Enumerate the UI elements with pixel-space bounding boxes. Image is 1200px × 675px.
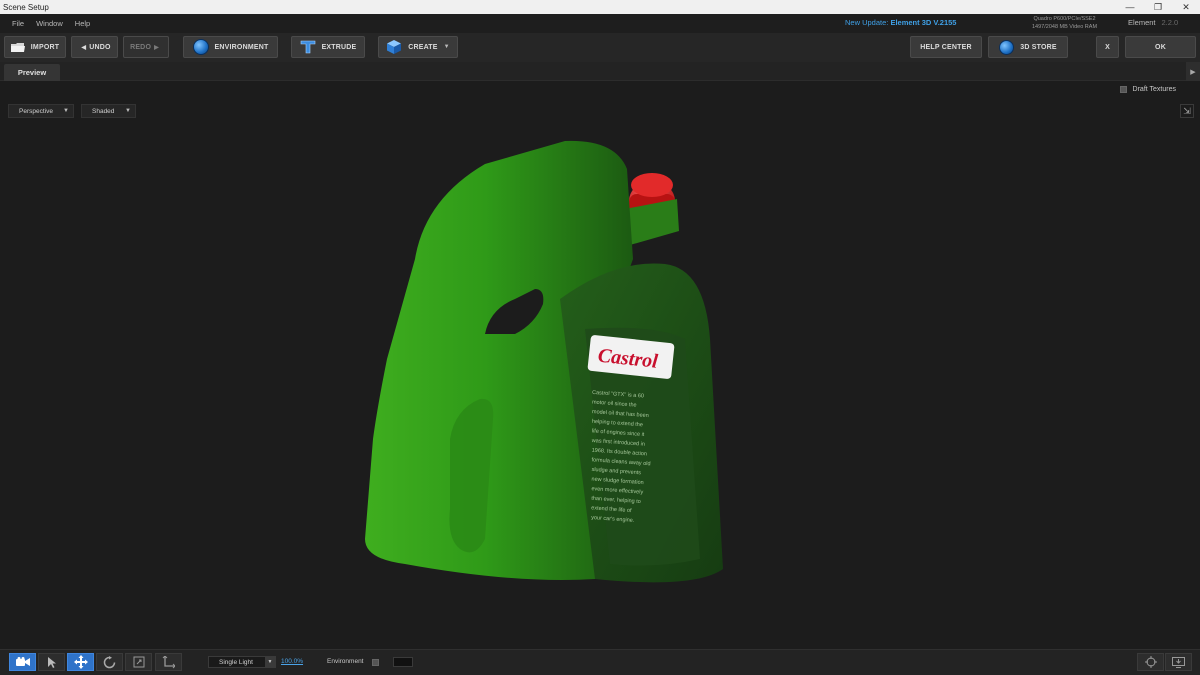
update-version: Element 3D V.2155 (890, 18, 957, 27)
gpu-memory: 1497/2048 MB Video RAM (1032, 24, 1098, 30)
chevron-down-icon: ▼ (63, 108, 69, 114)
light-intensity-value[interactable]: 100.0% (281, 658, 303, 665)
tab-preview[interactable]: Preview (4, 64, 60, 81)
gpu-name: Quadro P600/PCIe/SSE2 (1033, 16, 1096, 22)
preview-viewport[interactable]: Draft Textures Perspective ▼ Shaded ▼ ⇲ (0, 81, 1200, 649)
redo-label: REDO (130, 43, 152, 51)
minimize-icon[interactable]: — (1116, 0, 1144, 14)
undo-arrow-icon: ◀ (81, 44, 87, 51)
update-prefix: New Update: (845, 18, 889, 27)
environment-label: Environment (327, 658, 364, 665)
panel-expand-icon[interactable]: ▶ (1186, 62, 1200, 81)
bottom-toolbar: Single Light ▼ 100.0% Environment (0, 649, 1200, 675)
move-icon[interactable] (67, 653, 94, 671)
draft-textures-checkbox[interactable] (1119, 86, 1127, 93)
undo-button[interactable]: ◀ UNDO (71, 36, 118, 58)
extrude-icon (300, 40, 316, 54)
undo-label: UNDO (89, 43, 111, 51)
extrude-button[interactable]: EXTRUDE (291, 36, 365, 58)
environment-color-swatch[interactable] (393, 657, 413, 667)
environment-checkbox[interactable] (372, 659, 379, 666)
help-center-label: HELP CENTER (920, 43, 972, 51)
create-button[interactable]: CREATE ▼ (378, 36, 458, 58)
create-label: CREATE (408, 43, 438, 51)
camera-mode-value: Perspective (19, 107, 53, 115)
chevron-down-icon: ▼ (265, 657, 275, 667)
window-controls: — ❐ ✕ (1116, 0, 1200, 14)
rotate-icon[interactable] (96, 653, 123, 671)
3d-store-button[interactable]: 3D STORE (988, 36, 1068, 58)
camera-mode-dropdown[interactable]: Perspective ▼ (8, 104, 74, 118)
import-button[interactable]: IMPORT (4, 36, 66, 58)
select-arrow-icon[interactable] (38, 653, 65, 671)
maximize-viewport-icon[interactable]: ⇲ (1180, 104, 1194, 118)
redo-arrow-icon: ▶ (154, 44, 159, 51)
plugin-version: 2.2.0 (1161, 18, 1179, 27)
help-center-button[interactable]: HELP CENTER (910, 36, 982, 58)
lighting-mode-dropdown[interactable]: Single Light ▼ (208, 656, 276, 668)
menu-window[interactable]: Window (30, 19, 69, 28)
plugin-info: Element 2.2.0 (1128, 18, 1178, 27)
chevron-down-icon: ▼ (125, 108, 131, 114)
store-globe-icon (999, 39, 1015, 55)
update-notice[interactable]: New Update: Element 3D V.2155 (845, 18, 956, 27)
oil-bottle-model: Castrol Castrol "GTX" is a 60motor oil s… (365, 140, 723, 583)
title-bar: Scene Setup — ❐ ✕ (0, 0, 1200, 14)
folder-icon (10, 42, 25, 53)
gpu-info: Quadro P600/PCIe/SSE2 1497/2048 MB Video… (1032, 15, 1097, 31)
menu-file[interactable]: File (0, 19, 30, 28)
menu-help[interactable]: Help (69, 19, 96, 28)
chevron-down-icon: ▼ (443, 44, 450, 50)
draft-textures-label: Draft Textures (1132, 86, 1176, 93)
main-toolbar: IMPORT ◀ UNDO REDO ▶ ENVIRONMENT EXTRUDE… (0, 33, 1200, 62)
menu-bar: File Window Help New Update: Element 3D … (0, 14, 1200, 33)
lighting-mode-value: Single Light (219, 658, 253, 666)
window-title: Scene Setup (3, 2, 49, 12)
cancel-button[interactable]: X (1096, 36, 1119, 58)
target-icon[interactable] (1137, 653, 1164, 671)
cancel-label: X (1105, 43, 1110, 51)
environment-button[interactable]: ENVIRONMENT (183, 36, 278, 58)
shading-mode-dropdown[interactable]: Shaded ▼ (81, 104, 136, 118)
3d-store-label: 3D STORE (1020, 43, 1057, 51)
redo-button[interactable]: REDO ▶ (123, 36, 169, 58)
camera-icon[interactable] (9, 653, 36, 671)
plugin-name: Element (1128, 18, 1156, 27)
screen-icon[interactable] (1165, 653, 1192, 671)
ok-button[interactable]: OK (1125, 36, 1196, 58)
draft-textures-toggle[interactable]: Draft Textures (1119, 86, 1176, 93)
scale-icon[interactable] (125, 653, 152, 671)
tab-row: Preview ▶ (0, 62, 1200, 81)
environment-label: ENVIRONMENT (214, 43, 269, 51)
restore-icon[interactable]: ❐ (1144, 0, 1172, 14)
globe-icon (192, 39, 209, 55)
ok-label: OK (1155, 43, 1166, 51)
axis-icon[interactable] (155, 653, 182, 671)
cube-icon (386, 39, 402, 55)
shading-mode-value: Shaded (92, 107, 115, 115)
close-icon[interactable]: ✕ (1172, 0, 1200, 14)
import-label: IMPORT (30, 43, 60, 51)
extrude-label: EXTRUDE (321, 43, 357, 51)
